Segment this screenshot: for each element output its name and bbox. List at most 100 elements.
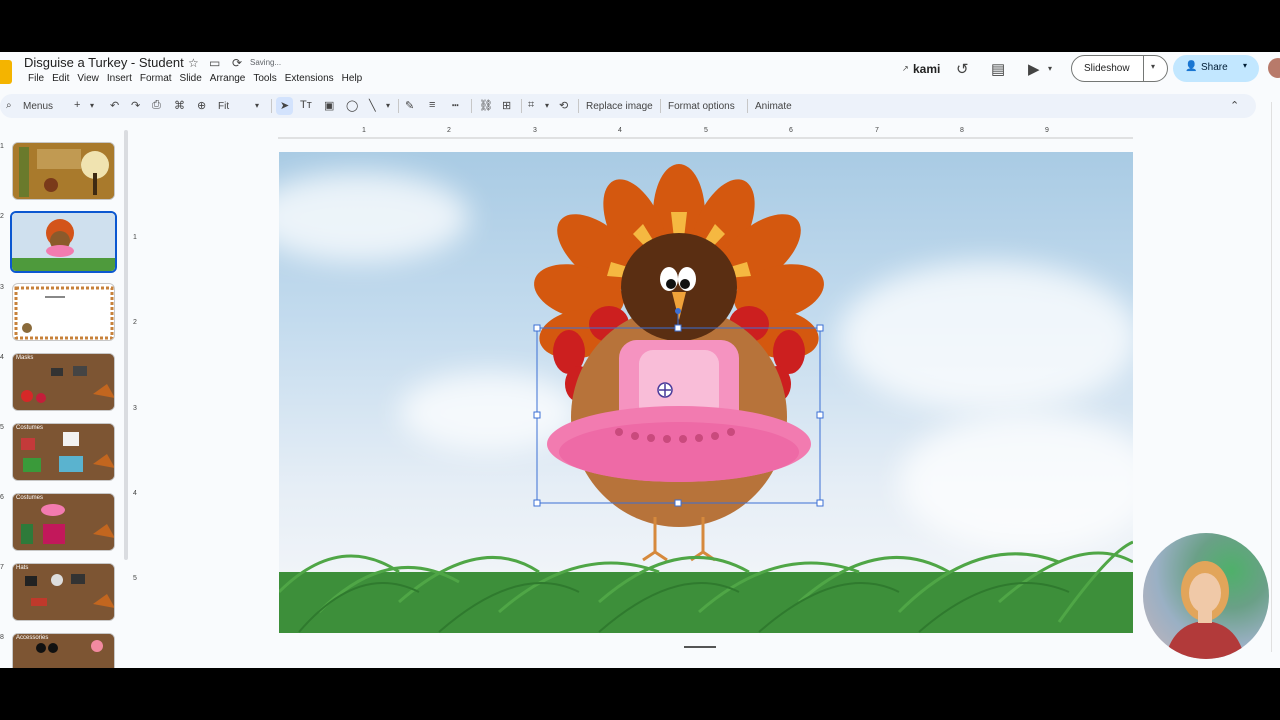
chevron-down-icon[interactable]: ▾	[1243, 61, 1247, 70]
comments-icon[interactable]: ▤	[991, 60, 1005, 78]
toolbar-divider	[471, 99, 472, 113]
thumbnail-image	[13, 354, 114, 410]
chevron-down-icon[interactable]: ▾	[545, 101, 549, 110]
horizontal-ruler: 1 2 3 4 5 6 7 8 9	[278, 127, 1133, 139]
ruler-tick: 1	[362, 127, 366, 134]
undo-icon[interactable]: ↶	[110, 99, 119, 112]
menu-tools[interactable]: Tools	[249, 73, 280, 84]
star-icon[interactable]: ☆	[188, 56, 199, 70]
vertical-ruler: 1 2 3 4 5	[130, 152, 142, 632]
meet-icon[interactable]: ▶	[1028, 60, 1040, 78]
menus-search[interactable]: Menus	[23, 101, 53, 112]
chevron-down-icon[interactable]: ▾	[386, 101, 390, 110]
slide-canvas[interactable]	[279, 152, 1133, 633]
menu-file[interactable]: File	[24, 73, 48, 84]
menu-arrange[interactable]: Arrange	[206, 73, 250, 84]
meet-caret-icon[interactable]: ▾	[1048, 64, 1052, 73]
ruler-tick: 9	[1045, 127, 1049, 134]
ruler-tick: 6	[789, 127, 793, 134]
search-icon[interactable]: ⌕	[6, 100, 12, 111]
ruler-tick: 7	[875, 127, 879, 134]
external-link-icon: ↗	[902, 64, 909, 73]
menu-format[interactable]: Format	[136, 73, 176, 84]
share-button[interactable]: 👤 Share ▾	[1173, 55, 1259, 82]
slideshow-button[interactable]: Slideshow ▾	[1071, 55, 1168, 82]
document-title[interactable]: Disguise a Turkey - Student	[24, 55, 184, 70]
slide-thumbnail-label: Costumes	[16, 425, 44, 431]
thumbnail-image	[13, 494, 114, 550]
presenter-image	[1165, 561, 1245, 659]
menu-insert[interactable]: Insert	[103, 73, 136, 84]
thumbnail-image	[14, 286, 114, 340]
redo-icon[interactable]: ↷	[131, 99, 140, 112]
slide-thumbnail[interactable]: Hats	[12, 563, 115, 621]
toolbar-divider	[398, 99, 399, 113]
avatar[interactable]	[1268, 58, 1280, 78]
side-panel-border	[1271, 102, 1272, 652]
reset-image-icon[interactable]: ⟲	[559, 99, 568, 112]
save-status: Saving...	[250, 58, 282, 67]
kami-button[interactable]: kami	[913, 62, 940, 76]
title-bar: Disguise a Turkey - Student ☆ ▭ ⟳ Saving…	[0, 52, 1280, 92]
chevron-down-icon[interactable]: ▾	[90, 101, 94, 110]
chevron-down-icon[interactable]: ▾	[1151, 62, 1155, 71]
paint-format-icon[interactable]: ⌘	[174, 99, 185, 112]
format-options-button[interactable]: Format options	[668, 101, 735, 112]
video-letterbox-top	[0, 0, 1280, 52]
ruler-tick: 2	[447, 127, 451, 134]
ruler-tick: 3	[133, 405, 137, 412]
filmstrip-scrollbar[interactable]	[124, 130, 128, 560]
slide-thumbnail-selected[interactable]	[10, 211, 117, 273]
border-dash-icon[interactable]: ┅	[452, 99, 459, 112]
move-folder-icon[interactable]: ▭	[209, 56, 220, 70]
thumbnail-image	[12, 213, 115, 271]
crop-icon[interactable]: ⌗	[528, 99, 534, 112]
toolbar-divider	[271, 99, 272, 113]
webcam-overlay	[1143, 533, 1269, 659]
zoom-icon[interactable]: ⊕	[197, 99, 206, 112]
line-icon[interactable]: ╲	[369, 99, 376, 112]
select-cursor-icon[interactable]: ➤	[280, 99, 289, 112]
chevron-down-icon[interactable]: ▾	[255, 101, 259, 110]
slides-logo-icon[interactable]	[0, 60, 12, 84]
slide-number: 7	[0, 564, 4, 571]
slide-thumbnail[interactable]	[12, 142, 115, 200]
toolbar-divider	[660, 99, 661, 113]
slide-thumbnail[interactable]: Accessories	[12, 633, 115, 668]
toolbar-divider	[521, 99, 522, 113]
version-history-icon[interactable]: ↺	[956, 60, 969, 78]
toolbar-divider	[578, 99, 579, 113]
slide-thumbnail-label: Hats	[16, 565, 29, 571]
speaker-notes-handle[interactable]	[684, 646, 716, 648]
collapse-toolbar-icon[interactable]: ⌃	[1230, 99, 1239, 112]
share-label: Share	[1201, 62, 1228, 73]
thumbnail-image	[13, 424, 114, 480]
print-icon[interactable]: ⎙	[152, 99, 161, 112]
image-icon[interactable]: ▣	[324, 99, 334, 112]
animate-button[interactable]: Animate	[755, 101, 792, 112]
shape-icon[interactable]: ◯	[346, 99, 358, 112]
sync-icon: ⟳	[232, 56, 243, 70]
slide-thumbnail[interactable]	[12, 283, 115, 341]
menu-slide[interactable]: Slide	[176, 73, 206, 84]
thumbnail-image	[13, 143, 114, 199]
border-color-icon[interactable]: ✎	[405, 99, 414, 112]
text-box-icon[interactable]: Tт	[300, 99, 312, 111]
menu-edit[interactable]: Edit	[48, 73, 73, 84]
menu-extensions[interactable]: Extensions	[281, 73, 338, 84]
slide-filmstrip: 1 2 3 4 Masks 5 Costumes 6 Costumes 7 Ha…	[0, 137, 130, 668]
border-weight-icon[interactable]: ≡	[429, 99, 435, 111]
link-icon[interactable]: ⛓	[479, 99, 493, 112]
slide-thumbnail[interactable]: Costumes	[12, 423, 115, 481]
menu-bar: File Edit View Insert Format Slide Arran…	[24, 73, 366, 84]
replace-image-button[interactable]: Replace image	[586, 101, 653, 112]
menu-view[interactable]: View	[73, 73, 103, 84]
new-slide-icon[interactable]: +	[74, 99, 80, 111]
slide-thumbnail[interactable]: Masks	[12, 353, 115, 411]
slide-number: 8	[0, 634, 4, 641]
menu-help[interactable]: Help	[338, 73, 367, 84]
zoom-select[interactable]: Fit	[218, 101, 229, 112]
slide-number: 6	[0, 494, 4, 501]
add-comment-icon[interactable]: ⊞	[502, 99, 511, 112]
slide-thumbnail[interactable]: Costumes	[12, 493, 115, 551]
